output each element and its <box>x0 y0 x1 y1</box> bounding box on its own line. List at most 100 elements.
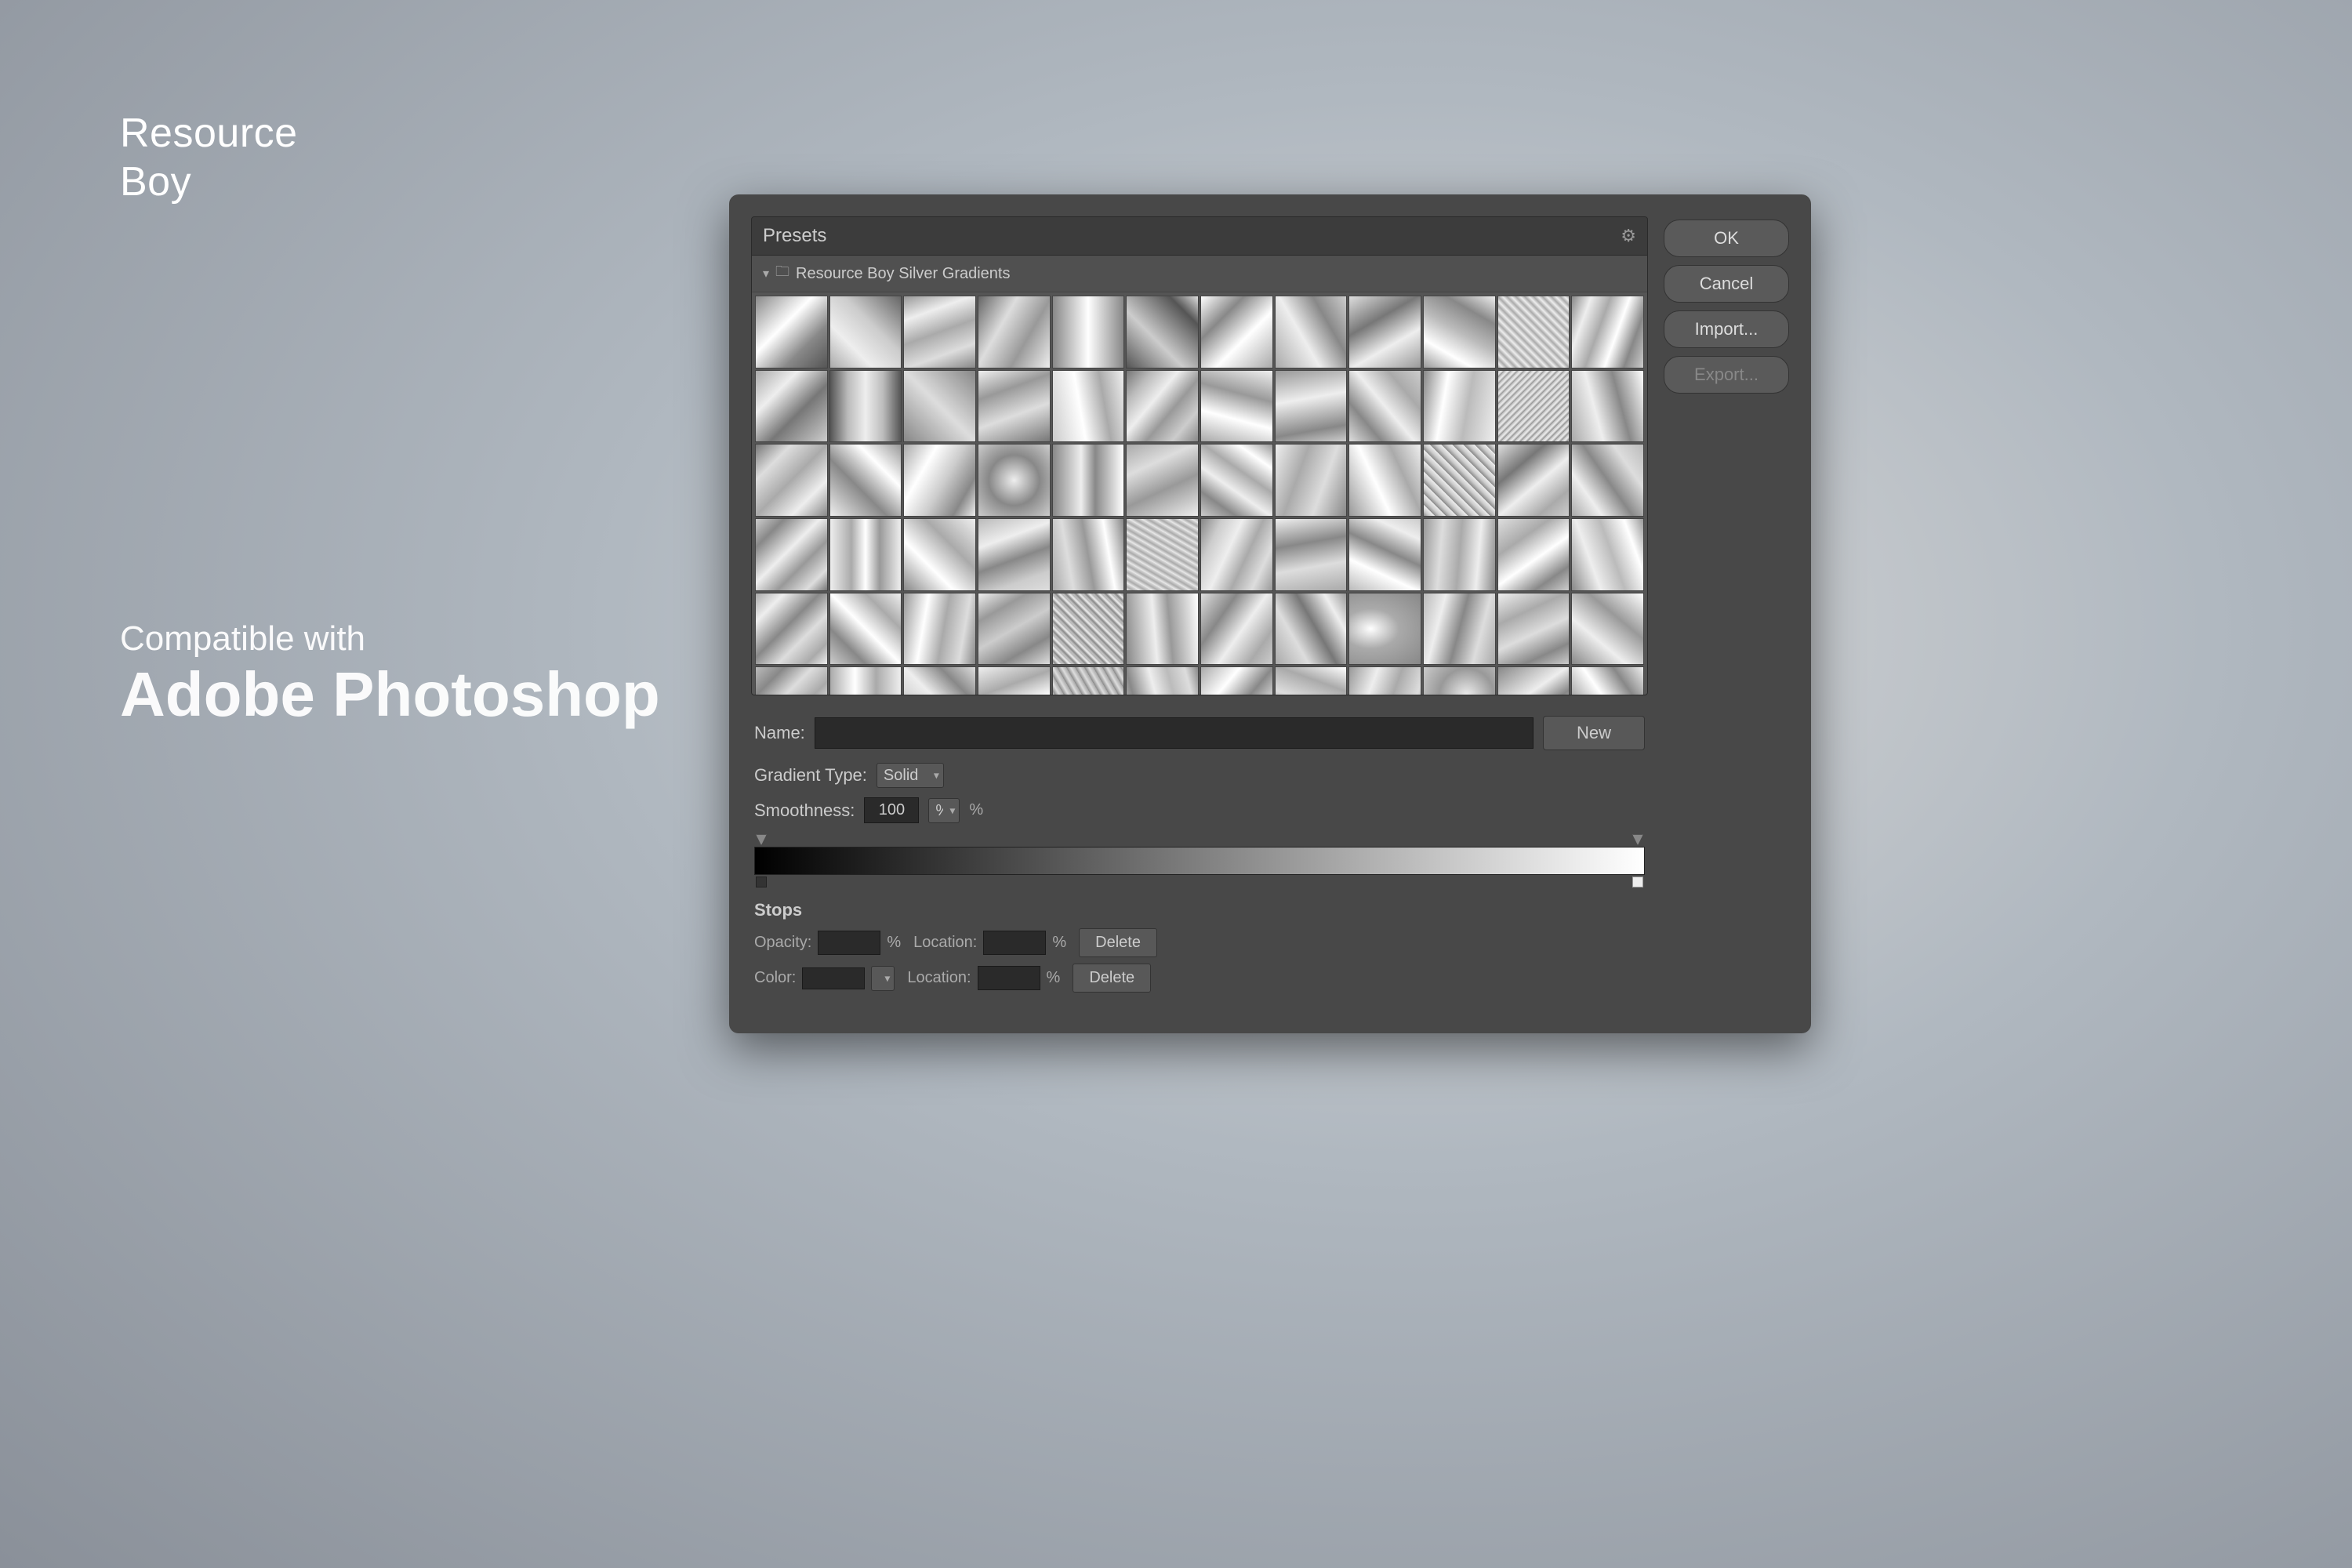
gradient-swatch[interactable] <box>829 593 902 666</box>
gradient-swatch[interactable] <box>1275 296 1348 368</box>
gradient-swatch[interactable] <box>1571 444 1644 517</box>
gradient-swatch[interactable] <box>1423 518 1496 591</box>
opacity-stop-right[interactable] <box>1632 834 1643 845</box>
gear-icon[interactable]: ⚙ <box>1621 226 1636 246</box>
gradient-swatch[interactable] <box>1571 370 1644 443</box>
gradient-swatch[interactable] <box>903 370 976 443</box>
gradient-swatch[interactable] <box>1200 518 1273 591</box>
gradient-swatch[interactable] <box>829 444 902 517</box>
gradient-swatch[interactable] <box>1275 370 1348 443</box>
gradient-swatch[interactable] <box>1497 666 1570 695</box>
gradient-swatch[interactable] <box>1275 518 1348 591</box>
gradient-swatch[interactable] <box>1571 518 1644 591</box>
gradient-swatch[interactable] <box>978 296 1051 368</box>
name-input[interactable] <box>815 717 1534 749</box>
presets-title: Presets <box>763 225 826 247</box>
smoothness-unit-select[interactable]: % <box>928 798 960 823</box>
gradient-swatch[interactable] <box>1052 666 1125 695</box>
gradient-swatch[interactable] <box>978 593 1051 666</box>
gradient-type-select[interactable]: Solid Noise <box>877 763 944 788</box>
gradient-swatch[interactable] <box>1348 518 1421 591</box>
gradient-swatch[interactable] <box>755 593 828 666</box>
gradient-swatch[interactable] <box>829 666 902 695</box>
gradient-swatch[interactable] <box>1348 444 1421 517</box>
gradient-swatch[interactable] <box>1200 666 1273 695</box>
gradient-swatch[interactable] <box>755 370 828 443</box>
gradient-swatch[interactable] <box>903 666 976 695</box>
gradient-swatch[interactable] <box>829 296 902 368</box>
gradient-swatch[interactable] <box>829 370 902 443</box>
gradient-swatch[interactable] <box>1497 518 1570 591</box>
gradient-swatch[interactable] <box>1126 666 1199 695</box>
gradient-swatch[interactable] <box>1348 593 1421 666</box>
gradient-swatch[interactable] <box>1497 296 1570 368</box>
gradient-swatch[interactable] <box>978 518 1051 591</box>
gradient-swatch[interactable] <box>1126 518 1199 591</box>
gradient-swatch[interactable] <box>1571 666 1644 695</box>
color-delete-button[interactable]: Delete <box>1073 964 1151 993</box>
gradient-preview-bar[interactable] <box>754 847 1645 875</box>
gradient-swatch[interactable] <box>755 444 828 517</box>
smoothness-input[interactable] <box>864 797 919 823</box>
new-button[interactable]: New <box>1543 716 1645 750</box>
gradient-swatch[interactable] <box>1200 593 1273 666</box>
gradient-swatch[interactable] <box>1126 593 1199 666</box>
gradient-swatch[interactable] <box>1348 370 1421 443</box>
gradient-swatch[interactable] <box>755 296 828 368</box>
gradient-swatch[interactable] <box>1571 593 1644 666</box>
gradient-swatch[interactable] <box>1348 296 1421 368</box>
color-location-label: Location: <box>907 969 971 987</box>
gradient-swatch[interactable] <box>1497 444 1570 517</box>
color-type-select[interactable] <box>871 966 895 991</box>
gradient-swatch[interactable] <box>1423 296 1496 368</box>
gradient-swatch[interactable] <box>1200 370 1273 443</box>
gradient-swatch[interactable] <box>1348 666 1421 695</box>
gradient-swatch[interactable] <box>1052 370 1125 443</box>
gradient-swatch[interactable] <box>1275 593 1348 666</box>
color-stop-right[interactable] <box>1632 877 1643 887</box>
gradient-list-container[interactable]: ▾ 🗀 Resource Boy Silver Gradients <box>752 256 1647 695</box>
gradient-swatch[interactable] <box>1497 370 1570 443</box>
group-header[interactable]: ▾ 🗀 Resource Boy Silver Gradients <box>752 256 1647 292</box>
ok-button[interactable]: OK <box>1664 220 1789 257</box>
gradient-swatch[interactable] <box>903 593 976 666</box>
gradient-swatch[interactable] <box>1200 296 1273 368</box>
gradient-swatch[interactable] <box>978 444 1051 517</box>
gradient-swatch[interactable] <box>755 666 828 695</box>
cancel-button[interactable]: Cancel <box>1664 265 1789 303</box>
gradient-swatch[interactable] <box>903 518 976 591</box>
color-select-wrapper <box>871 966 895 991</box>
color-location-input[interactable] <box>978 966 1040 990</box>
gradient-swatch[interactable] <box>1052 593 1125 666</box>
gradient-swatch[interactable] <box>1052 444 1125 517</box>
gradient-swatch[interactable] <box>978 666 1051 695</box>
gradient-swatch[interactable] <box>1423 666 1496 695</box>
export-button[interactable]: Export... <box>1664 356 1789 394</box>
gradient-swatch[interactable] <box>1423 444 1496 517</box>
gradient-swatch[interactable] <box>755 518 828 591</box>
gradient-swatch[interactable] <box>1497 593 1570 666</box>
gradient-swatch[interactable] <box>1052 296 1125 368</box>
gradient-swatch[interactable] <box>903 296 976 368</box>
gradient-swatch[interactable] <box>1126 296 1199 368</box>
gradient-swatch[interactable] <box>978 370 1051 443</box>
gradient-swatch[interactable] <box>903 444 976 517</box>
opacity-stop-row: Opacity: % Location: % Delete <box>754 928 1645 957</box>
opacity-location-input[interactable] <box>983 931 1046 955</box>
opacity-stop-left[interactable] <box>756 834 767 845</box>
gradient-swatch[interactable] <box>1052 518 1125 591</box>
gradient-swatch[interactable] <box>1275 666 1348 695</box>
gradient-swatch[interactable] <box>1571 296 1644 368</box>
gradient-swatch[interactable] <box>1423 593 1496 666</box>
gradient-swatch[interactable] <box>1275 444 1348 517</box>
gradient-swatch[interactable] <box>829 518 902 591</box>
gradient-swatch[interactable] <box>1126 370 1199 443</box>
import-button[interactable]: Import... <box>1664 310 1789 348</box>
gradient-swatch[interactable] <box>1126 444 1199 517</box>
gradient-swatch[interactable] <box>1200 444 1273 517</box>
color-stop-left[interactable] <box>756 877 767 887</box>
opacity-value-input[interactable] <box>818 931 880 955</box>
color-swatch-input[interactable] <box>802 967 865 989</box>
opacity-delete-button[interactable]: Delete <box>1079 928 1157 957</box>
gradient-swatch[interactable] <box>1423 370 1496 443</box>
